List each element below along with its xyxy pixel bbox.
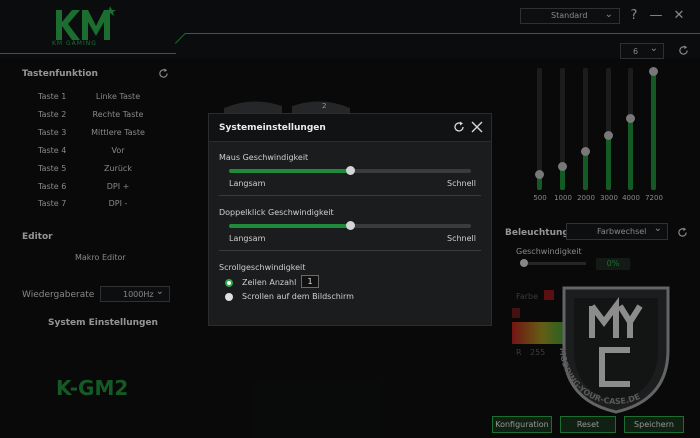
dialog-title: Systemeinstellungen	[219, 123, 326, 133]
maus-speed-title: Maus Geschwindigkeit	[219, 153, 309, 162]
doppelklick-speed-title: Doppelklick Geschwindigkeit	[219, 208, 334, 217]
doppelklick-speed-slider[interactable]	[229, 221, 471, 230]
maus-speed-thumb[interactable]	[346, 166, 355, 175]
bildschirm-radio[interactable]	[225, 293, 233, 301]
divider	[219, 250, 481, 251]
maus-speed-fill	[229, 169, 350, 173]
maus-speed-slider[interactable]	[229, 166, 471, 175]
zeilen-label: Zeilen Anzahl	[242, 278, 297, 287]
doppelklick-speed-fill	[229, 224, 350, 228]
zeilen-radio[interactable]	[225, 279, 233, 287]
bildschirm-label: Scrollen auf dem Bildschirm	[242, 292, 354, 301]
doppelklick-speed-max-label: Schnell	[447, 234, 476, 243]
close-icon[interactable]	[471, 121, 483, 133]
maus-speed-max-label: Schnell	[447, 179, 476, 188]
refresh-icon[interactable]	[453, 121, 465, 133]
scroll-speed-title: Scrollgeschwindigkeit	[219, 263, 306, 272]
zeilen-input[interactable]: 1	[301, 275, 319, 288]
divider	[219, 195, 481, 196]
doppelklick-speed-min-label: Langsam	[229, 234, 266, 243]
systemeinstellungen-dialog: Systemeinstellungen Maus Geschwindigkeit…	[208, 113, 492, 326]
doppelklick-speed-thumb[interactable]	[346, 221, 355, 230]
maus-speed-min-label: Langsam	[229, 179, 266, 188]
